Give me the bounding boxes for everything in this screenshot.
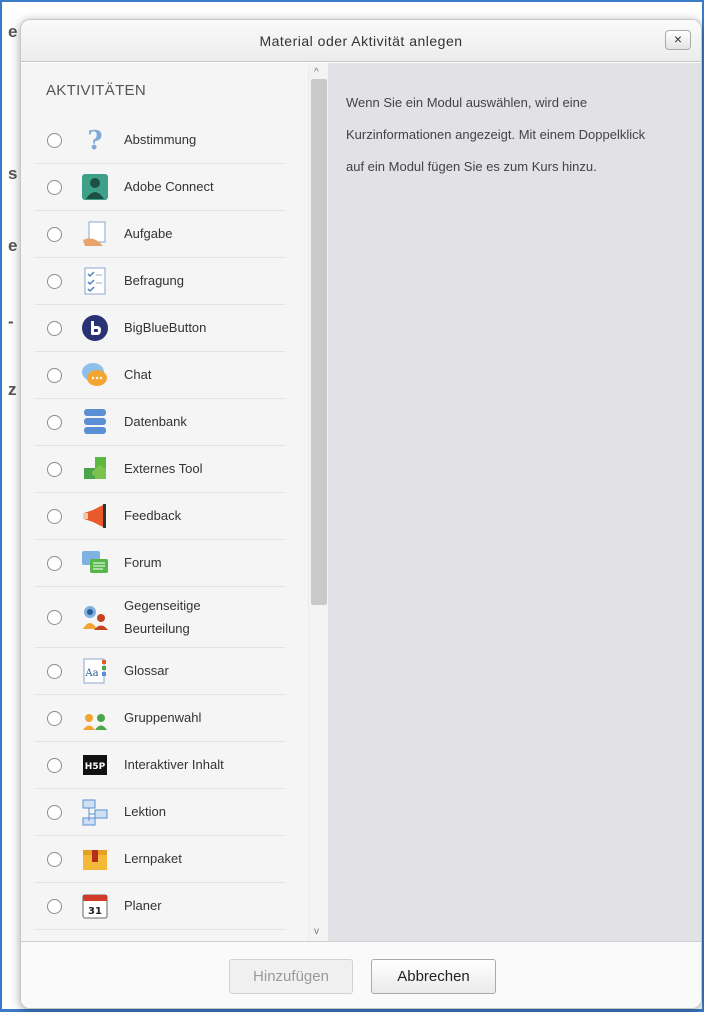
forum-icon [81,549,109,577]
radio-button[interactable] [47,179,62,195]
glossary-icon: Aa [81,657,109,685]
radio-button[interactable] [47,898,62,914]
radio-button[interactable] [47,320,62,336]
list-scrollbar[interactable]: ^ v [308,63,328,941]
module-option-interaktiver-inhalt[interactable]: H5P Interaktiver Inhalt [35,742,285,789]
background-text: e [8,22,18,41]
megaphone-icon [81,502,109,530]
add-activity-dialog: Material oder Aktivität anlegen × AKTIVI… [20,19,702,1009]
module-label: Abstimmung [124,132,197,147]
radio-button[interactable] [47,226,62,242]
group-choice-icon [81,704,109,732]
radio-button[interactable] [47,663,62,679]
module-list: ? Abstimmung Adobe Connect Aufgabe Befra… [35,117,285,930]
radio-button[interactable] [47,555,62,571]
module-option-chat[interactable]: Chat [35,352,285,399]
radio-button[interactable] [47,132,62,148]
module-option-feedback[interactable]: Feedback [35,493,285,540]
radio-button[interactable] [47,851,62,867]
background-text: - [8,312,14,331]
module-label: Gruppenwahl [124,710,202,725]
module-option-abstimmung[interactable]: ? Abstimmung [35,117,285,164]
background-text: e [8,236,18,255]
calendar-icon: 31 [81,892,109,920]
close-icon: × [673,31,683,47]
section-heading: AKTIVITÄTEN [46,82,146,99]
module-label: Externes Tool [124,461,203,476]
radio-button[interactable] [47,757,62,773]
background-text: z [8,380,17,399]
radio-button[interactable] [47,804,62,820]
dialog-title: Material oder Aktivität anlegen [259,33,463,49]
scroll-up-icon[interactable]: ^ [314,67,319,78]
calendar-icon-text: 31 [88,906,102,917]
module-info-pane: Wenn Sie ein Modul auswählen, wird eine … [328,63,701,941]
module-label: Planer [124,898,162,913]
module-label: BigBlueButton [124,320,207,335]
radio-button[interactable] [47,508,62,524]
module-label-line: Beurteilung [124,621,190,636]
lesson-icon [81,798,109,826]
module-option-lektion[interactable]: Lektion [35,789,285,836]
radio-button[interactable] [47,367,62,383]
module-option-adobe-connect[interactable]: Adobe Connect [35,164,285,211]
module-option-datenbank[interactable]: Datenbank [35,399,285,446]
dialog-footer: Hinzufügen Abbrechen [21,941,701,1008]
module-list-pane: AKTIVITÄTEN ? Abstimmung Adobe Connect A… [21,63,328,941]
module-option-planer[interactable]: 31 Planer [35,883,285,930]
h5p-icon-text: H5P [85,762,106,772]
module-info-text: Wenn Sie ein Modul auswählen, wird eine … [346,95,646,174]
radio-button[interactable] [47,273,62,289]
add-button[interactable]: Hinzufügen [229,959,353,994]
radio-button[interactable] [47,461,62,477]
module-label: Chat [124,367,152,382]
module-label: Glossar [124,663,169,678]
radio-button[interactable] [47,414,62,430]
scroll-down-icon[interactable]: v [314,926,319,937]
module-option-externes-tool[interactable]: Externes Tool [35,446,285,493]
module-option-glossar[interactable]: Aa Glossar [35,648,285,695]
module-label: Gegenseitige Beurteilung [124,594,201,640]
module-option-befragung[interactable]: Befragung [35,258,285,305]
peer-review-icon [81,603,109,631]
close-button[interactable]: × [665,30,691,50]
module-option-gegenseitige-beurteilung[interactable]: Gegenseitige Beurteilung [35,587,285,648]
module-label: Befragung [124,273,184,288]
module-label: Adobe Connect [124,179,214,194]
module-label: Lernpaket [124,851,182,866]
puzzle-icon [81,455,109,483]
module-label: Datenbank [124,414,187,429]
module-option-bigbluebutton[interactable]: BigBlueButton [35,305,285,352]
svg-text:?: ? [87,126,102,154]
module-label: Interaktiver Inhalt [124,757,224,772]
package-icon [81,845,109,873]
radio-button[interactable] [47,609,62,625]
survey-icon [81,267,109,295]
module-label: Feedback [124,508,182,523]
bigbluebutton-icon [81,314,109,342]
background-text: s [8,164,18,183]
module-label: Aufgabe [124,226,173,241]
chat-icon [81,361,109,389]
cancel-button[interactable]: Abbrechen [371,959,496,994]
module-option-lernpaket[interactable]: Lernpaket [35,836,285,883]
module-option-gruppenwahl[interactable]: Gruppenwahl [35,695,285,742]
module-label: Lektion [124,804,166,819]
adobe-connect-icon [81,173,109,201]
module-label-line: Gegenseitige [124,598,201,613]
scrollbar-thumb[interactable] [311,79,327,605]
module-option-forum[interactable]: Forum [35,540,285,587]
assignment-icon [81,220,109,248]
module-label: Forum [124,555,162,570]
database-icon [81,408,109,436]
dialog-header: Material oder Aktivität anlegen × [21,20,701,62]
radio-button[interactable] [47,710,62,726]
h5p-icon: H5P [81,751,109,779]
svg-text:Aa: Aa [84,668,98,679]
question-icon: ? [81,126,109,154]
module-option-aufgabe[interactable]: Aufgabe [35,211,285,258]
